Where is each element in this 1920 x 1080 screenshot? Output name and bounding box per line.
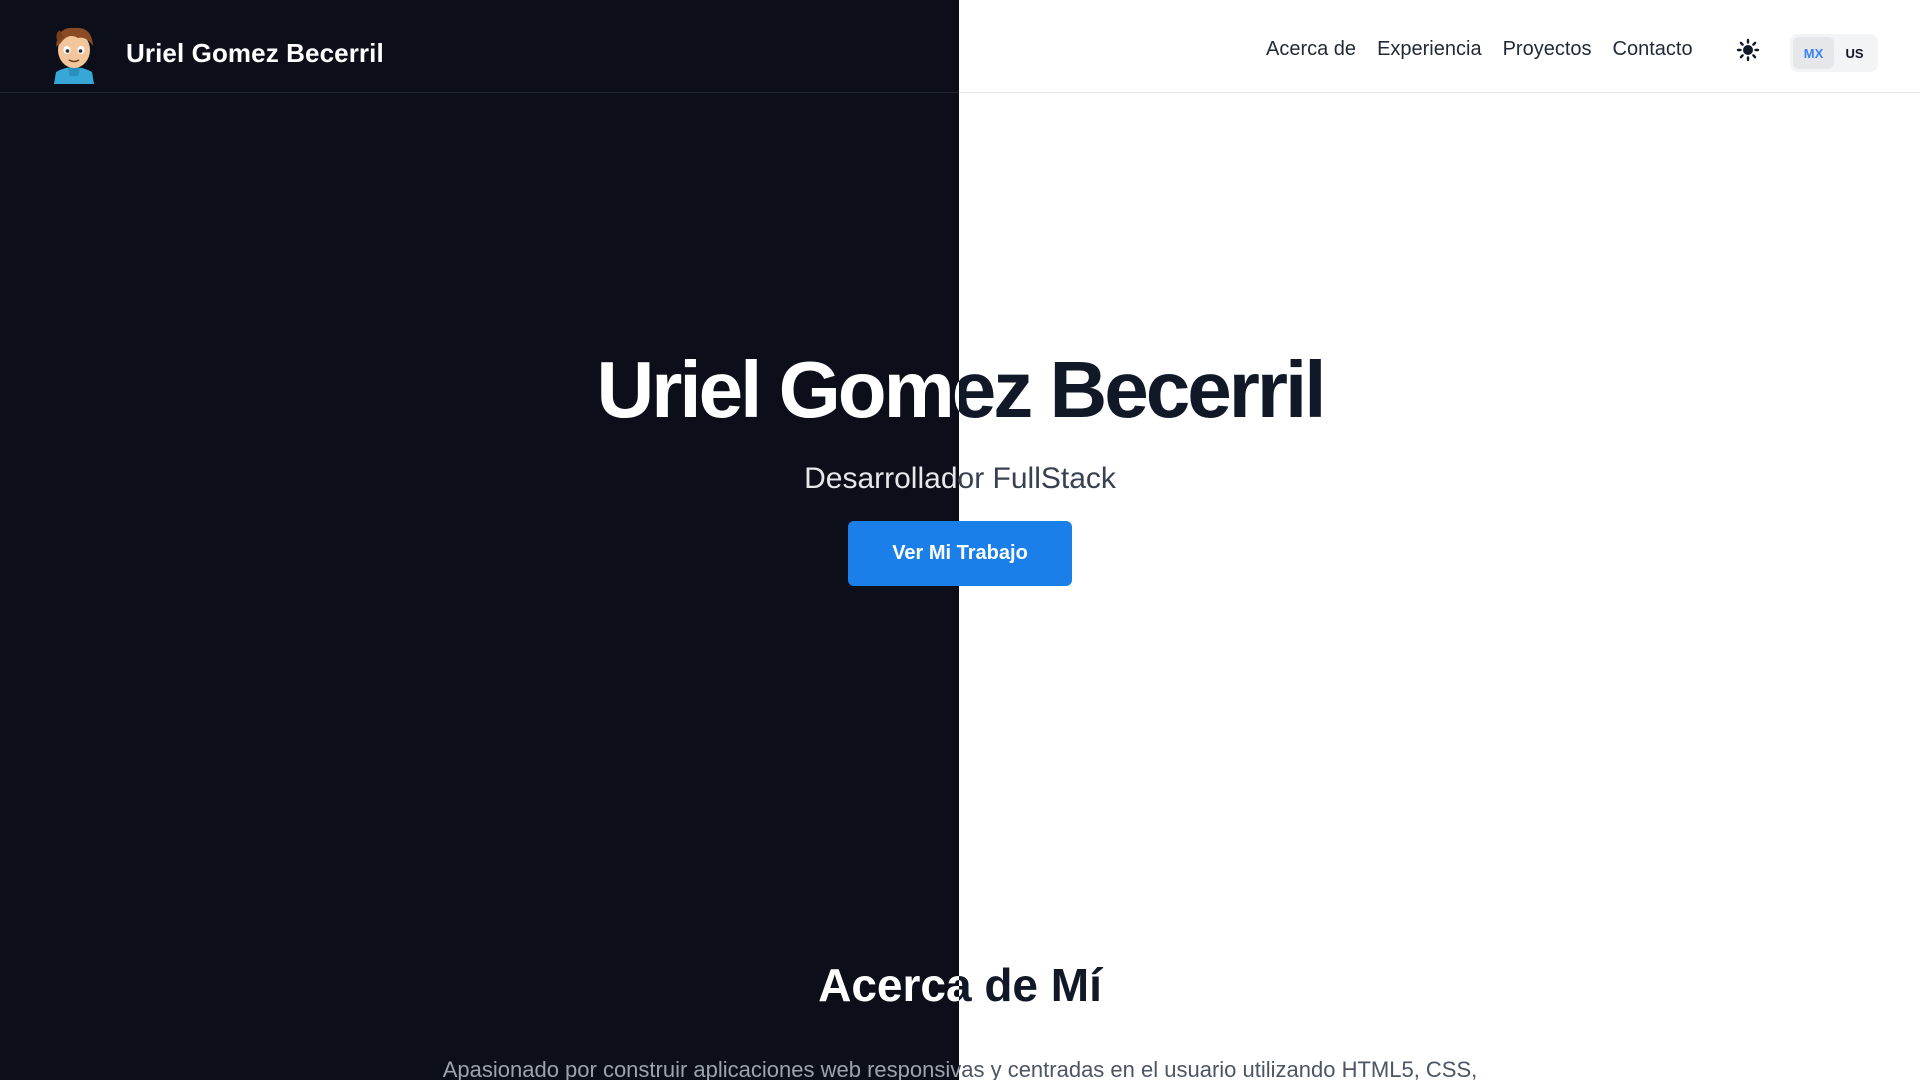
nav-link-contacto[interactable]: Contacto (1613, 38, 1693, 61)
nav-link-acerca[interactable]: Acerca de (1266, 38, 1356, 61)
brand-name: Uriel Gomez Becerril (126, 37, 384, 68)
sun-icon[interactable] (1736, 38, 1760, 62)
nav-link-experiencia[interactable]: Experiencia (1377, 38, 1482, 61)
nav-links: Acerca de Experiencia Proyectos Contacto (1266, 38, 1693, 61)
lang-us-button[interactable]: US (1834, 37, 1875, 69)
avatar (48, 22, 100, 84)
language-switch: MX US (1790, 34, 1878, 72)
brand[interactable]: Uriel Gomez Becerril (48, 22, 384, 84)
lang-mx-button[interactable]: MX (1793, 37, 1834, 69)
nav-link-proyectos[interactable]: Proyectos (1503, 38, 1592, 61)
